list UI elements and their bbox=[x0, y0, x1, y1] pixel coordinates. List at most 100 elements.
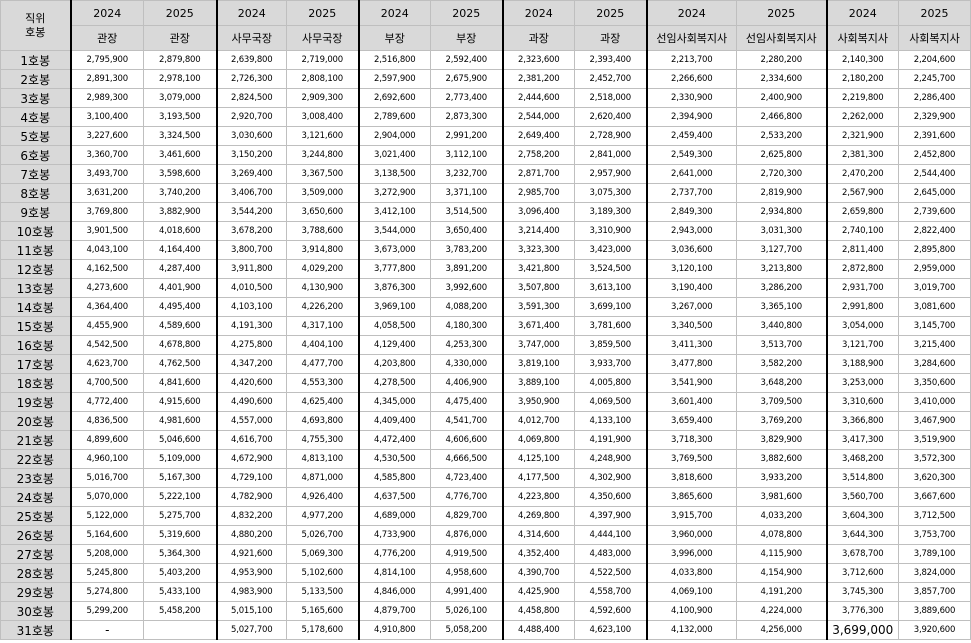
salary-value: 4,522,500 bbox=[574, 563, 647, 583]
salary-value: 2,719,000 bbox=[286, 50, 359, 70]
salary-value: 4,401,900 bbox=[143, 278, 217, 298]
salary-value: - bbox=[69, 620, 144, 640]
salary-value: 4,836,500 bbox=[69, 411, 144, 431]
salary-value: 4,530,500 bbox=[357, 449, 431, 469]
salary-value: 3,889,600 bbox=[898, 601, 971, 621]
grade-label: 25호봉 bbox=[0, 506, 71, 526]
header-year-row: 직위 호봉 2024 2025 2024 2025 2024 2025 2024 2025 2024… bbox=[0, 0, 971, 51]
corner-label-position: 직위 bbox=[25, 11, 46, 25]
salary-value: 4,776,700 bbox=[430, 487, 503, 507]
salary-value: 4,832,200 bbox=[215, 506, 287, 526]
salary-value: 3,613,100 bbox=[574, 278, 647, 298]
salary-value: 4,018,600 bbox=[143, 221, 217, 241]
salary-value: 3,112,100 bbox=[430, 145, 503, 165]
salary-value: 3,631,200 bbox=[69, 183, 144, 203]
salary-value: 3,253,000 bbox=[825, 373, 899, 393]
salary-value: 4,269,800 bbox=[501, 506, 575, 526]
salary-value: 3,933,700 bbox=[574, 354, 647, 374]
salary-value: 3,678,200 bbox=[215, 221, 287, 241]
salary-value: 5,433,100 bbox=[143, 582, 217, 602]
header-year: 2024 bbox=[645, 0, 737, 26]
salary-value: 4,977,200 bbox=[286, 506, 359, 526]
header-year: 2024 bbox=[69, 0, 144, 26]
salary-value: 5,458,200 bbox=[143, 601, 217, 621]
salary-value: 3,360,700 bbox=[69, 145, 144, 165]
salary-value: 3,188,900 bbox=[825, 354, 899, 374]
corner-header: 직위 호봉 bbox=[0, 0, 71, 51]
salary-value: 3,269,400 bbox=[215, 164, 287, 184]
salary-value: 3,030,600 bbox=[215, 126, 287, 146]
salary-value: 3,468,200 bbox=[825, 449, 899, 469]
salary-value: 3,244,800 bbox=[286, 145, 359, 165]
salary-value: 4,876,000 bbox=[430, 525, 503, 545]
salary-value: 2,675,900 bbox=[430, 69, 503, 89]
salary-value: 2,567,900 bbox=[825, 183, 899, 203]
salary-value: 4,915,600 bbox=[143, 392, 217, 412]
header-position-title: 사무국장 bbox=[215, 25, 287, 51]
salary-value: 4,553,300 bbox=[286, 373, 359, 393]
salary-value: 3,514,800 bbox=[825, 468, 899, 488]
salary-value: 2,444,600 bbox=[501, 88, 575, 108]
grade-label: 3호봉 bbox=[0, 88, 71, 108]
salary-value: 2,773,400 bbox=[430, 88, 503, 108]
salary-value: 4,275,800 bbox=[215, 335, 287, 355]
salary-value: 3,215,400 bbox=[898, 335, 971, 355]
salary-value: 3,882,900 bbox=[143, 202, 217, 222]
header-position-title: 관장 bbox=[143, 25, 217, 51]
salary-value: 4,879,700 bbox=[357, 601, 431, 621]
salary-value: 4,983,900 bbox=[215, 582, 287, 602]
salary-value: 2,659,800 bbox=[825, 202, 899, 222]
salary-value: 4,958,600 bbox=[430, 563, 503, 583]
salary-value: 5,069,300 bbox=[286, 544, 359, 564]
salary-value: 4,005,800 bbox=[574, 373, 647, 393]
header-position-title: 부장 bbox=[357, 25, 431, 51]
salary-value: 2,909,300 bbox=[286, 88, 359, 108]
salary-value: 2,330,900 bbox=[645, 88, 737, 108]
salary-value: 4,088,200 bbox=[430, 297, 503, 317]
salary-value: 3,969,100 bbox=[357, 297, 431, 317]
salary-value: 4,191,300 bbox=[215, 316, 287, 336]
salary-value: 5,109,000 bbox=[143, 449, 217, 469]
grade-label: 27호봉 bbox=[0, 544, 71, 564]
header-year: 2025 bbox=[143, 0, 217, 26]
salary-value: 2,466,800 bbox=[736, 107, 827, 127]
salary-value: 5,164,600 bbox=[69, 525, 144, 545]
salary-value: 5,026,100 bbox=[430, 601, 503, 621]
salary-value: 3,417,300 bbox=[825, 430, 899, 450]
grade-label: 18호봉 bbox=[0, 373, 71, 393]
salary-value: 4,010,500 bbox=[215, 278, 287, 298]
salary-value: 4,226,200 bbox=[286, 297, 359, 317]
salary-value: 4,589,600 bbox=[143, 316, 217, 336]
table-row: 12호봉 4,162,500 4,287,400 3,911,800 4,029,200… bbox=[0, 259, 971, 279]
salary-value: 3,650,400 bbox=[430, 221, 503, 241]
salary-value: 4,444,100 bbox=[574, 525, 647, 545]
salary-value: 4,130,900 bbox=[286, 278, 359, 298]
salary-value: 3,365,100 bbox=[736, 297, 827, 317]
salary-value: 4,981,600 bbox=[143, 411, 217, 431]
salary-value: 2,692,600 bbox=[357, 88, 431, 108]
salary-value: 3,145,700 bbox=[898, 316, 971, 336]
salary-value: 2,213,700 bbox=[645, 50, 737, 70]
table-row: 5호봉 3,227,600 3,324,500 3,030,600 3,121,600 2… bbox=[0, 126, 971, 146]
salary-value: 3,920,600 bbox=[898, 620, 971, 640]
salary-value: 3,513,700 bbox=[736, 335, 827, 355]
salary-value: 2,400,900 bbox=[736, 88, 827, 108]
table-header: 직위 호봉 2024 2025 2024 2025 2024 2025 2024 2025 2024… bbox=[0, 0, 971, 51]
salary-value: 3,324,500 bbox=[143, 126, 217, 146]
salary-value: 3,021,400 bbox=[357, 145, 431, 165]
salary-value: 3,753,700 bbox=[898, 525, 971, 545]
salary-value: 5,222,100 bbox=[143, 487, 217, 507]
salary-value: 4,689,000 bbox=[357, 506, 431, 526]
salary-value: 2,891,300 bbox=[69, 69, 144, 89]
salary-value: 3,769,500 bbox=[645, 449, 737, 469]
salary-value: 4,477,700 bbox=[286, 354, 359, 374]
salary-value: 5,122,000 bbox=[69, 506, 144, 526]
salary-value: 4,203,800 bbox=[357, 354, 431, 374]
salary-value: 4,991,400 bbox=[430, 582, 503, 602]
grade-label: 9호봉 bbox=[0, 202, 71, 222]
header-year: 2025 bbox=[286, 0, 359, 26]
salary-value: 3,031,300 bbox=[736, 221, 827, 241]
salary-value: 5,319,600 bbox=[143, 525, 217, 545]
salary-value: 5,167,300 bbox=[143, 468, 217, 488]
salary-value: 3,544,000 bbox=[357, 221, 431, 241]
